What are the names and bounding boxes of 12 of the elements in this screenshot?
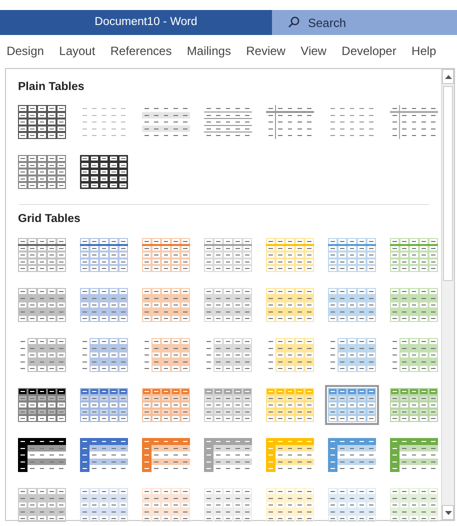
window-title: Document10 - Word	[94, 14, 198, 30]
ribbon-tab[interactable]: Design	[0, 42, 52, 60]
ribbon-tab[interactable]: Mailings	[179, 42, 239, 60]
ribbon-tab[interactable]: Review	[238, 42, 294, 60]
ribbon-tab[interactable]: Help	[404, 42, 444, 60]
ribbon-tab[interactable]: Layout	[52, 42, 103, 60]
ribbon-tab[interactable]: Developer	[334, 42, 404, 60]
ribbon-tab[interactable]: View	[293, 42, 334, 60]
ribbon-tab[interactable]: References	[102, 42, 180, 60]
search-field[interactable]: Search	[272, 10, 457, 35]
section-heading: Plain Tables	[18, 80, 86, 95]
section-heading: Grid Tables	[18, 212, 82, 228]
